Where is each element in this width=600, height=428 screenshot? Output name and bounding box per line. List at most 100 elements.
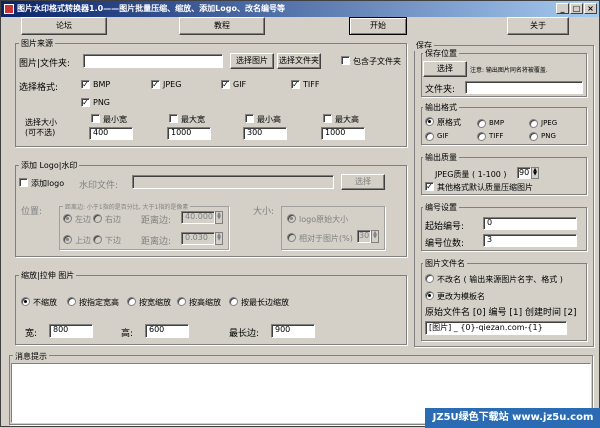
fmt-jpeg-label: JPEG [541, 119, 558, 127]
title-bar: 图片水印格式转换器1.0——图片批量压缩、缩放、添加Logo、改名编号等 _ □… [1, 1, 599, 17]
max-height-input[interactable]: 1000 [321, 127, 365, 140]
include-subfolder-checkbox[interactable] [341, 56, 350, 65]
start-button[interactable]: 开始 [349, 17, 407, 35]
vdist-label: 距离边: [141, 237, 172, 247]
overwrite-note: 注意: 输出图片同名将被覆盖. [470, 67, 548, 74]
min-height-input[interactable]: 300 [243, 127, 287, 140]
left-radio[interactable] [63, 214, 72, 223]
bottom-radio[interactable] [93, 235, 102, 244]
height-input[interactable]: 600 [145, 324, 189, 338]
format-jpeg-checkbox[interactable]: ✓ [151, 80, 160, 89]
relative-size-spinner[interactable]: ▲ ▼ [371, 230, 379, 243]
relative-size-label: 相对于图片(%) [299, 234, 353, 243]
about-button[interactable]: 关于 [507, 17, 569, 35]
window-title: 图片水印格式转换器1.0——图片批量压缩、缩放、添加Logo、改名编号等 [17, 4, 285, 13]
relative-size-radio[interactable] [287, 233, 296, 242]
position-label: 位置: [21, 207, 43, 217]
template-name-radio[interactable] [425, 291, 434, 300]
longest-label: 最长边: [229, 329, 260, 339]
jpeg-quality-spinner[interactable]: ▲ ▼ [531, 167, 539, 179]
no-scale-radio[interactable] [21, 297, 30, 306]
scale-wh-radio[interactable] [67, 297, 76, 306]
jpeg-quality-input[interactable]: 90 [517, 167, 531, 179]
no-scale-label: 不缩放 [33, 298, 57, 307]
fmt-original-radio[interactable] [425, 117, 434, 126]
min-width-input[interactable]: 400 [89, 127, 133, 140]
template-input[interactable]: [图片] _ {0}-qiezan.com-{1} [425, 321, 567, 335]
width-input[interactable]: 800 [49, 324, 93, 338]
image-path-input[interactable] [83, 54, 223, 68]
min-width-checkbox[interactable] [91, 114, 100, 123]
top-radio[interactable] [63, 235, 72, 244]
fmt-jpeg-radio[interactable] [529, 119, 538, 128]
logo-group-title: 添加 Logo|水印 [19, 160, 80, 171]
max-height-label: 最大高 [335, 115, 359, 124]
format-gif-checkbox[interactable]: ✓ [221, 80, 230, 89]
add-logo-checkbox[interactable] [19, 178, 28, 187]
main-window: 图片水印格式转换器1.0——图片批量压缩、缩放、添加Logo、改名编号等 _ □… [0, 0, 600, 428]
max-width-label: 最大宽 [181, 115, 205, 124]
longest-input[interactable]: 900 [271, 324, 315, 338]
right-label: 右边 [105, 215, 121, 224]
hdist-spinner[interactable]: ▲ ▼ [215, 211, 223, 224]
digits-label: 编号位数: [425, 239, 465, 249]
max-height-checkbox[interactable] [323, 114, 332, 123]
fmt-gif-radio[interactable] [425, 132, 434, 141]
fmt-bmp-label: BMP [489, 119, 505, 127]
select-image-button[interactable]: 选择图片 [230, 53, 274, 69]
fmt-tiff-label: TIFF [489, 132, 504, 140]
vdist-spinner[interactable]: ▲ ▼ [215, 232, 223, 245]
right-radio[interactable] [93, 214, 102, 223]
fmt-tiff-radio[interactable] [477, 132, 486, 141]
output-format-title: 输出格式 [423, 102, 459, 113]
format-png-checkbox[interactable]: ✓ [81, 98, 90, 107]
other-quality-checkbox[interactable]: ✓ [425, 182, 434, 191]
format-jpeg-label: JPEG [163, 80, 182, 89]
start-number-input[interactable]: 0 [483, 217, 577, 230]
digits-input[interactable]: 3 [483, 234, 577, 247]
template-tokens: 原始文件名 [0] 编号 [1] 创建时间 [2] [425, 308, 577, 318]
relative-size-input[interactable]: 30 [357, 230, 371, 243]
forum-button[interactable]: 论坛 [21, 17, 107, 35]
hdist-label: 距离边: [141, 216, 172, 226]
format-bmp-checkbox[interactable]: ✓ [81, 80, 90, 89]
max-width-checkbox[interactable] [169, 114, 178, 123]
include-subfolder-label: 包含子文件夹 [353, 57, 401, 66]
vdist-input[interactable]: 0.030 [181, 232, 215, 245]
min-height-checkbox[interactable] [245, 114, 254, 123]
scale-group-title: 缩放|拉伸 图片 [19, 270, 77, 281]
fmt-bmp-radio[interactable] [477, 119, 486, 128]
scale-width-radio[interactable] [127, 297, 136, 306]
scale-height-radio[interactable] [177, 297, 186, 306]
select-folder-button[interactable]: 选择文件夹 [277, 53, 321, 69]
save-select-button[interactable]: 选择 [423, 61, 467, 77]
log-title: 消息提示 [13, 351, 49, 362]
format-bmp-label: BMP [93, 80, 111, 89]
template-name-label: 更改为模板名 [437, 292, 485, 301]
fmt-png-radio[interactable] [529, 132, 538, 141]
close-button[interactable]: × [584, 3, 597, 14]
left-label: 左边 [75, 215, 91, 224]
max-width-input[interactable]: 1000 [167, 127, 211, 140]
format-tiff-checkbox[interactable]: ✓ [291, 80, 300, 89]
min-height-label: 最小高 [257, 115, 281, 124]
hdist-input[interactable]: 40.000 [181, 211, 215, 224]
min-width-label: 最小宽 [103, 115, 127, 124]
jpeg-quality-label: JPEG质量 ( 1-100 ) [435, 170, 507, 179]
add-logo-label: 添加logo [31, 179, 65, 188]
bottom-label: 下边 [105, 236, 121, 245]
scale-longest-radio[interactable] [229, 297, 238, 306]
watermark-select-button[interactable]: 选择 [341, 174, 385, 190]
minimize-button[interactable]: _ [556, 3, 569, 14]
format-gif-label: GIF [233, 80, 247, 89]
output-folder-label: 文件夹: [425, 85, 456, 95]
output-folder-input[interactable] [465, 81, 583, 94]
keep-name-radio[interactable] [425, 274, 434, 283]
app-icon [4, 4, 14, 14]
source-group-title: 图片来源 [19, 38, 55, 49]
maximize-button[interactable]: □ [570, 3, 583, 14]
logo-size-label: 大小: [253, 207, 275, 217]
tutorial-button[interactable]: 教程 [179, 17, 265, 35]
watermark-file-input[interactable] [132, 175, 334, 189]
orig-size-radio[interactable] [287, 214, 296, 223]
